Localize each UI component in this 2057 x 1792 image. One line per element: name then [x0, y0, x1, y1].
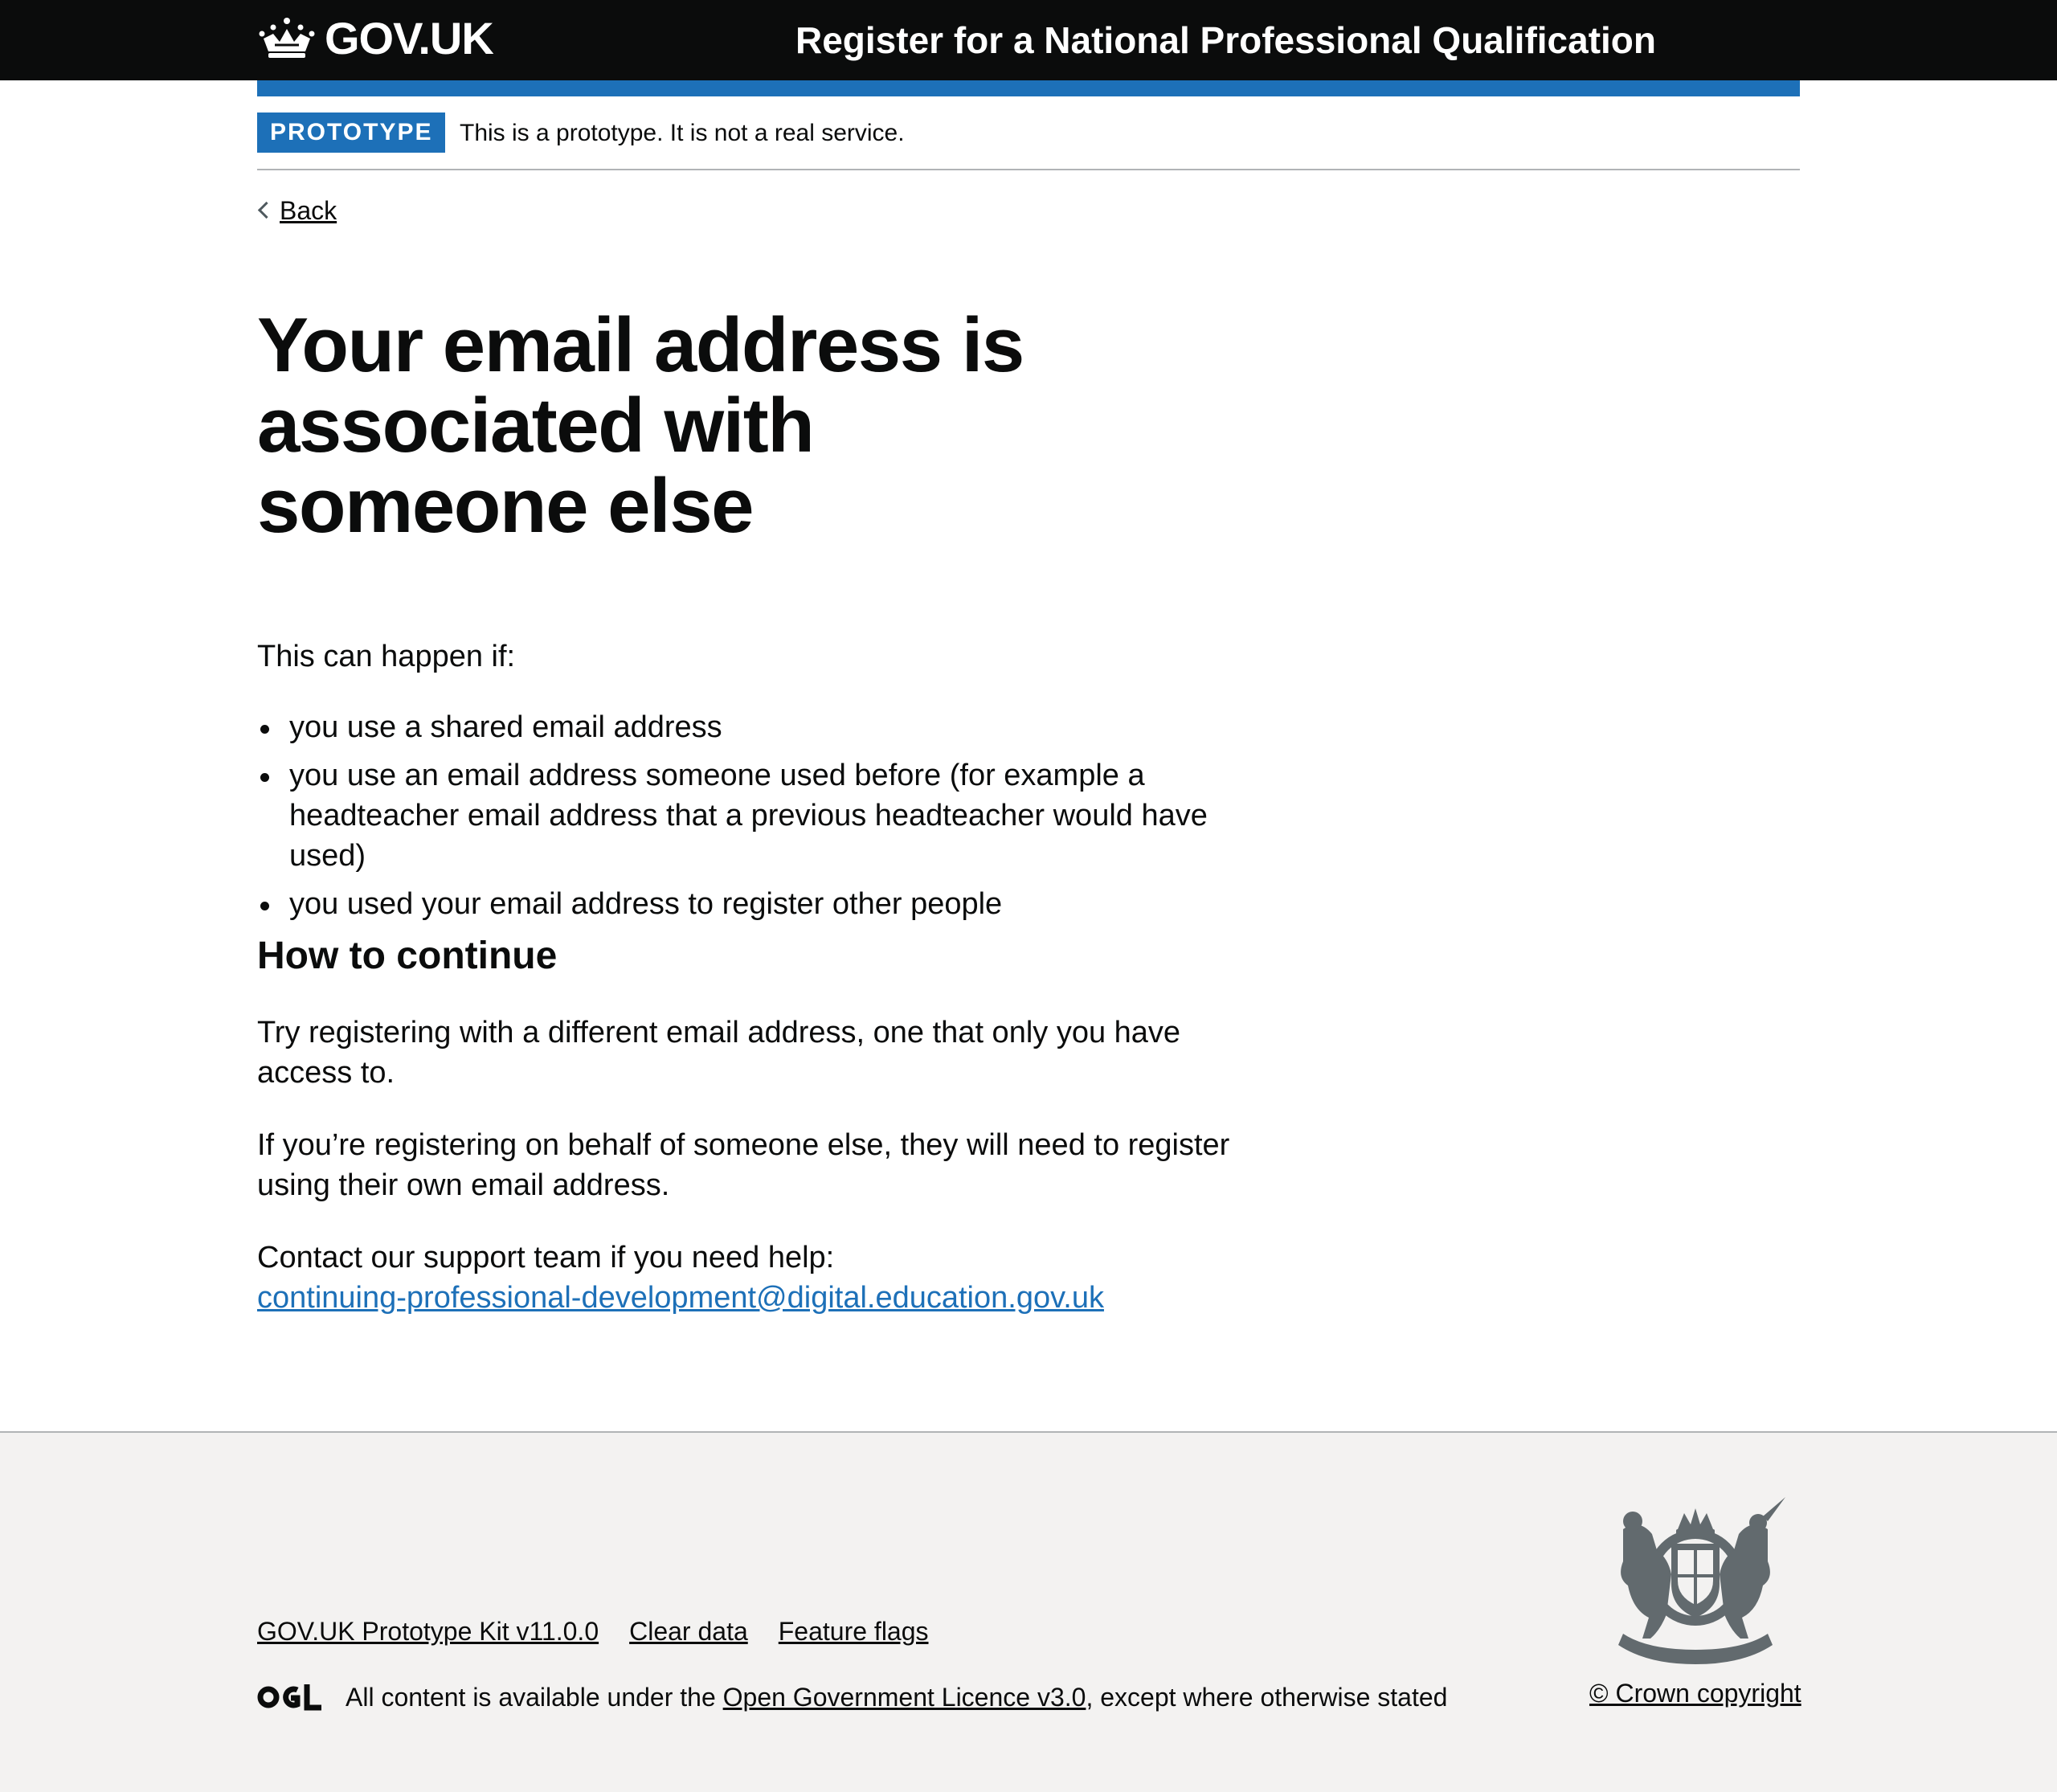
list-item: you used your email address to register …: [257, 884, 1286, 924]
crown-icon: [259, 18, 315, 58]
phase-banner-text: This is a prototype. It is not a real se…: [460, 120, 905, 146]
licence-prefix: All content is available under the: [346, 1683, 723, 1712]
intro-text: This can happen if:: [257, 640, 516, 673]
section-heading: How to continue: [257, 935, 558, 977]
licence-statement: All content is available under the Open …: [257, 1679, 1447, 1715]
list-item: you use an email address someone used be…: [257, 755, 1286, 876]
paragraph-different-email: Try registering with a different email a…: [257, 1016, 1181, 1090]
paragraph-support: Contact our support team if you need hel…: [257, 1238, 1286, 1318]
phase-banner: PROTOTYPE This is a prototype. It is not…: [257, 113, 1800, 170]
open-government-licence-link[interactable]: Open Government Licence v3.0: [723, 1679, 1086, 1715]
royal-coat-of-arms-icon: [1618, 1497, 1785, 1664]
footer-links: GOV.UK Prototype Kit v11.0.0 Clear data …: [257, 1614, 929, 1649]
footer-link-prototype-kit[interactable]: GOV.UK Prototype Kit v11.0.0: [257, 1614, 599, 1649]
header-blue-bar: [257, 80, 1800, 96]
phase-tag: PROTOTYPE: [257, 113, 446, 153]
footer-link-clear-data[interactable]: Clear data: [629, 1614, 748, 1649]
list-item: you use a shared email address: [257, 707, 1286, 747]
back-link[interactable]: Back: [257, 193, 337, 228]
service-name-link[interactable]: Register for a National Professional Qua…: [795, 18, 1656, 63]
footer-link-feature-flags[interactable]: Feature flags: [779, 1614, 929, 1649]
support-text: Contact our support team if you need hel…: [257, 1241, 835, 1274]
back-link-label: Back: [280, 196, 337, 225]
govuk-logotype: GOV.UK: [325, 13, 494, 63]
reasons-list: you use a shared email address you use a…: [257, 707, 1286, 932]
crown-copyright-link[interactable]: © Crown copyright: [1589, 1675, 1801, 1711]
licence-suffix: , except where otherwise stated: [1086, 1683, 1448, 1712]
site-footer: GOV.UK Prototype Kit v11.0.0 Clear data …: [0, 1431, 2057, 1792]
paragraph-on-behalf: If you’re registering on behalf of someo…: [257, 1128, 1230, 1202]
govuk-logo-link[interactable]: GOV.UK: [257, 13, 494, 63]
support-email-link[interactable]: continuing-professional-development@digi…: [257, 1281, 1104, 1315]
ogl-logo-icon: [257, 1684, 321, 1711]
chevron-left-icon: [257, 201, 276, 219]
page-title: Your email address is associated with so…: [257, 302, 1024, 549]
site-header: GOV.UK Register for a National Professio…: [0, 0, 2057, 80]
main-content: Your email address is associated with so…: [257, 302, 1286, 1315]
